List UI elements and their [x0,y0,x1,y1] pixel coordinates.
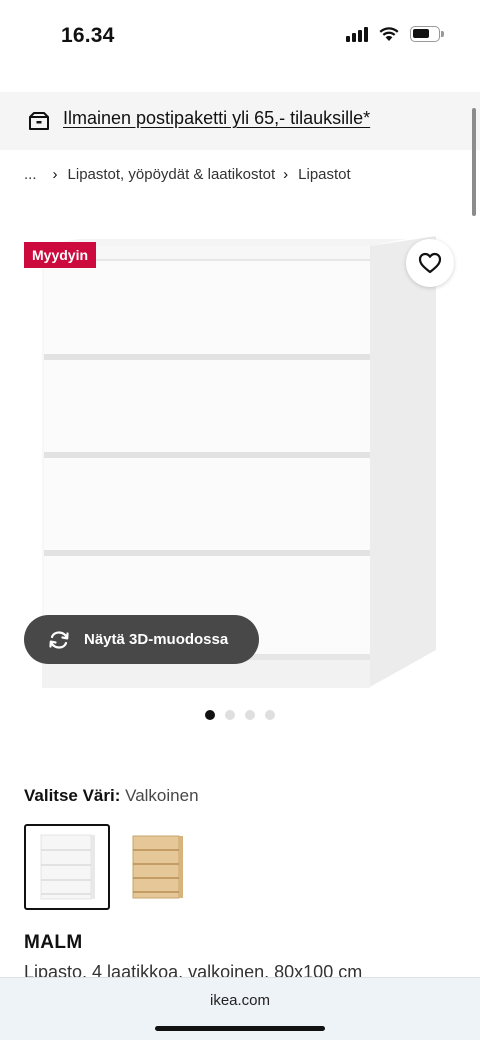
color-value: Valkoinen [125,786,199,805]
browser-bar[interactable]: ikea.com [0,977,480,1040]
status-bar: 16.34 [0,0,480,70]
product-gallery[interactable]: Myydyin Näytä 3D-muodossa [0,226,480,698]
bestseller-badge: Myydyin [24,242,97,268]
battery-level [413,29,429,38]
promo-link[interactable]: Ilmainen postipaketti yli 65,- tilauksil… [63,108,370,129]
promo-banner[interactable]: Ilmainen postipaketti yli 65,- tilauksil… [0,92,480,150]
pagination-dot[interactable] [225,710,235,720]
white-dresser-thumbnail [40,834,95,900]
product-name: MALM [24,932,83,953]
breadcrumb-item-current[interactable]: Lipastot [298,166,351,183]
pagination-dot[interactable] [265,710,275,720]
breadcrumb: ... › Lipastot, yöpöydät & laatikostot ›… [24,166,351,183]
cellular-signal-icon [346,26,368,42]
status-icons [346,26,444,42]
pagination-dot[interactable] [245,710,255,720]
parcel-icon [29,112,49,130]
breadcrumb-ellipsis[interactable]: ... [24,166,37,183]
gallery-pagination[interactable] [205,710,275,720]
rotate-3d-icon [49,630,69,649]
battery-icon [410,26,444,42]
chevron-right-icon: › [283,166,289,183]
breadcrumb-item-category[interactable]: Lipastot, yöpöydät & laatikostot [68,166,276,183]
view-3d-label: Näytä 3D-muodossa [84,631,229,648]
view-3d-button[interactable]: Näytä 3D-muodossa [24,615,259,664]
home-indicator[interactable] [155,1026,325,1031]
pagination-dot[interactable] [205,710,215,720]
color-label-title: Valitse Väri: [24,786,121,805]
color-swatch-oak[interactable] [114,824,200,910]
status-time: 16.34 [61,24,115,47]
chevron-right-icon: › [52,166,58,183]
color-swatch-white[interactable] [24,824,110,910]
heart-icon [418,252,442,274]
favorite-button[interactable] [406,239,454,287]
color-label: Valitse Väri: Valkoinen [24,786,199,806]
scrollbar[interactable] [472,108,476,216]
wifi-icon [379,27,399,41]
oak-dresser-thumbnail [132,835,183,899]
url-field[interactable]: ikea.com [0,992,480,1009]
